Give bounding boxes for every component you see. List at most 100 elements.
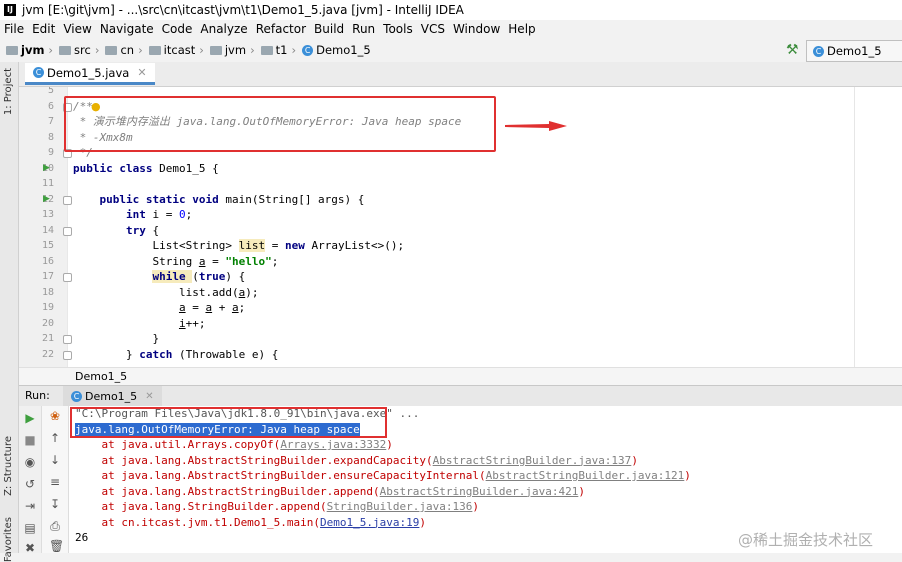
stack-trace-link[interactable]: StringBuilder.java:136 <box>327 500 473 513</box>
run-gutter-icon[interactable]: ▶ <box>43 192 50 208</box>
code-line: 22 } catch (Throwable e) { <box>41 347 279 361</box>
console-line: at cn.itcast.jvm.t1.Demo1_5.main(Demo1_5… <box>75 515 427 529</box>
menu-edit[interactable]: Edit <box>28 22 59 36</box>
breadcrumb-itcast[interactable]: itcast › <box>148 43 204 57</box>
menu-refactor[interactable]: Refactor <box>252 22 310 36</box>
folder-icon <box>105 45 118 55</box>
code-line: 10 ▶ public class Demo1_5 { <box>41 161 219 177</box>
menu-view[interactable]: View <box>59 22 95 36</box>
fold-icon[interactable] <box>63 350 72 360</box>
window-title: jvm [E:\git\jvm] - ...\src\cn\itcast\jvm… <box>22 3 464 17</box>
breadcrumb-src[interactable]: src › <box>59 43 99 57</box>
menu-bar: File Edit View Navigate Code Analyze Ref… <box>0 20 902 38</box>
code-line: 13 int i = 0; <box>41 208 193 221</box>
stack-trace-link[interactable]: AbstractStringBuilder.java:421 <box>380 485 579 498</box>
console-line: at java.util.Arrays.copyOf(Arrays.java:3… <box>75 438 393 451</box>
menu-run[interactable]: Run <box>348 22 379 36</box>
run-configuration-select[interactable]: C Demo1_5 <box>806 40 902 62</box>
folder-icon <box>59 45 72 55</box>
console-line: at java.lang.AbstractStringBuilder.expan… <box>75 453 638 467</box>
run-gutter-icon[interactable]: ▶ <box>43 161 50 177</box>
annotation-box-comment <box>64 96 496 152</box>
run-configuration-label: Demo1_5 <box>827 44 882 58</box>
folder-icon <box>6 45 18 55</box>
clear-console-icon[interactable]: 🗑 <box>49 540 64 552</box>
breadcrumb-cn[interactable]: cn › <box>105 43 143 57</box>
structure-tool-window-button[interactable]: Z: Structure <box>3 436 14 496</box>
console-line: at java.lang.AbstractStringBuilder.appen… <box>75 484 585 498</box>
project-tool-window-button[interactable]: 1: Project <box>3 68 14 115</box>
run-tab-demo1-5[interactable]: C Demo1_5 ✕ <box>63 386 162 406</box>
print-icon[interactable]: ⎙ <box>49 520 61 532</box>
run-toolbar-primary: ▶ ■ ◉ ↺ ⇥ ▤ ✖ <box>19 406 42 554</box>
editor-breadcrumb-class[interactable]: Demo1_5 <box>75 370 127 383</box>
tab-demo1-5-java[interactable]: C Demo1_5.java ✕ <box>25 63 155 85</box>
fold-icon[interactable] <box>63 226 72 236</box>
close-icon[interactable]: ✕ <box>145 391 153 402</box>
code-line: 12 ▶ public static void main(String[] ar… <box>41 192 365 208</box>
run-panel-header: Run: C Demo1_5 ✕ <box>19 385 902 407</box>
camera-icon[interactable]: ◉ <box>24 456 36 468</box>
run-toolbar-secondary: ❀ ↑ ↓ ≡ ↧ ⎙ 🗑 <box>42 406 69 553</box>
breadcrumb-t1[interactable]: t1 › <box>260 43 296 57</box>
console-line: 26 <box>75 531 89 544</box>
stack-trace-link[interactable]: AbstractStringBuilder.java:137 <box>433 454 632 467</box>
pin-icon[interactable]: ✖ <box>24 542 36 554</box>
stop-icon[interactable]: ■ <box>24 434 36 446</box>
folder-icon <box>148 45 161 55</box>
menu-window[interactable]: Window <box>449 22 504 36</box>
console-line: at java.lang.StringBuilder.append(String… <box>75 500 479 513</box>
run-tab-label: Demo1_5 <box>85 389 138 403</box>
code-line: 14 try { <box>41 223 160 237</box>
watermark: @稀土掘金技术社区 <box>738 531 874 549</box>
fold-icon[interactable] <box>63 195 72 205</box>
menu-vcs[interactable]: VCS <box>417 22 449 36</box>
annotation-box-error <box>70 407 387 438</box>
menu-code[interactable]: Code <box>158 22 197 36</box>
fold-icon[interactable] <box>63 335 72 344</box>
scroll-down-icon[interactable]: ↓ <box>49 454 61 466</box>
class-file-icon: C <box>813 45 824 57</box>
debug-icon[interactable]: ❀ <box>49 410 61 422</box>
breadcrumb-jvm-pkg[interactable]: jvm › <box>209 43 255 57</box>
restore-layout-icon[interactable]: ↺ <box>24 478 36 490</box>
rerun-icon[interactable]: ▶ <box>24 412 36 424</box>
breadcrumb-jvm[interactable]: jvm › <box>6 43 53 57</box>
editor-breadcrumb-bar: Demo1_5 <box>19 367 902 386</box>
editor-tab-bar: C Demo1_5.java ✕ <box>19 62 902 87</box>
breadcrumb-demo1-5[interactable]: C Demo1_5 <box>302 43 371 57</box>
stack-trace-link[interactable]: AbstractStringBuilder.java:121 <box>486 469 685 482</box>
code-line: 16 String a = "hello"; <box>41 254 279 268</box>
menu-tools[interactable]: Tools <box>379 22 417 36</box>
scroll-up-icon[interactable]: ↑ <box>49 432 61 444</box>
left-tool-strip: 1: Project Z: Structure Favorites <box>0 62 19 562</box>
class-file-icon: C <box>302 44 314 56</box>
menu-help[interactable]: Help <box>504 22 539 36</box>
code-line: 17 while (true) { <box>41 270 246 283</box>
scroll-to-end-icon[interactable]: ↧ <box>49 498 61 510</box>
folder-icon <box>209 45 222 55</box>
stack-trace-link[interactable]: Arrays.java:3332 <box>280 438 386 451</box>
close-icon[interactable]: ✕ <box>137 66 146 79</box>
menu-navigate[interactable]: Navigate <box>96 22 158 36</box>
breadcrumb: jvm › src › cn › itcast › jvm › t1 › C Demo1_5 <box>0 38 902 63</box>
annotation-arrow <box>505 121 567 131</box>
run-panel-label: Run: <box>25 389 50 402</box>
menu-analyze[interactable]: Analyze <box>196 22 251 36</box>
code-line: 20 i++; <box>41 316 206 330</box>
menu-file[interactable]: File <box>0 22 28 36</box>
build-hammer-icon[interactable]: ⚒ <box>786 42 799 58</box>
code-line: 19 a = a + a; <box>41 301 246 314</box>
login-icon[interactable]: ⇥ <box>24 500 36 512</box>
fold-icon[interactable] <box>63 273 72 282</box>
intellij-app-icon: IJ <box>4 4 16 16</box>
stack-trace-link[interactable]: Demo1_5.java:19 <box>320 516 419 529</box>
favorites-tool-window-button[interactable]: Favorites <box>3 517 14 562</box>
console-line: at java.lang.AbstractStringBuilder.ensur… <box>75 469 691 482</box>
soft-wrap-icon[interactable]: ≡ <box>49 476 61 488</box>
code-line: 11 <box>41 178 54 189</box>
tab-label: Demo1_5.java <box>47 65 130 80</box>
menu-build[interactable]: Build <box>310 22 348 36</box>
code-line: 15 List<String> list = new ArrayList<>()… <box>41 239 405 252</box>
layout-icon[interactable]: ▤ <box>24 522 36 534</box>
